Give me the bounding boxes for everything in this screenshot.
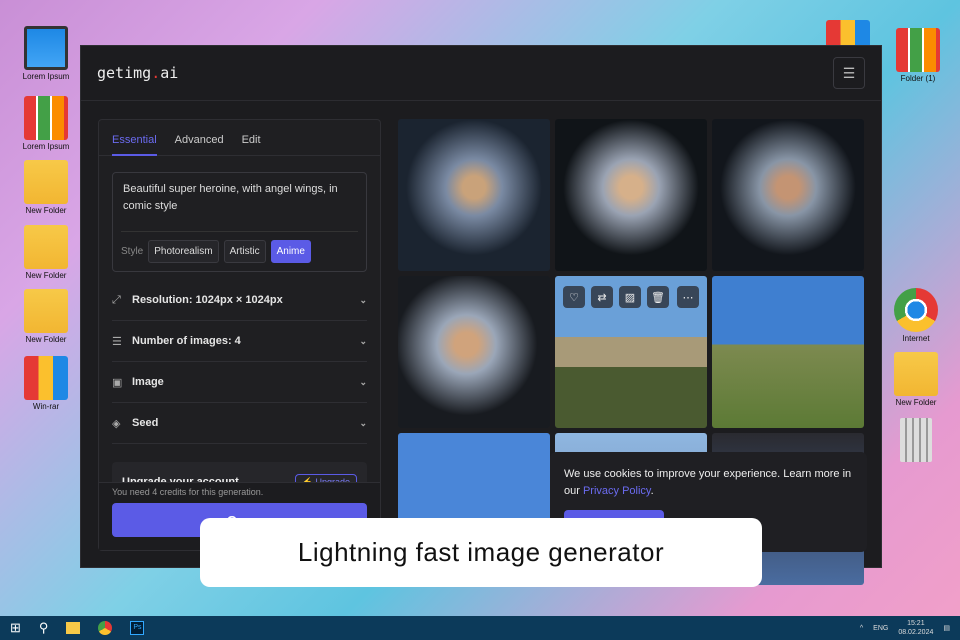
image-edit-icon[interactable]: ▨	[619, 286, 641, 308]
heart-icon[interactable]: ♡	[563, 286, 585, 308]
seed-dropdown[interactable]: ◈ Seed ⌄	[112, 403, 367, 444]
seed-icon: ◈	[112, 417, 121, 430]
folder-icon	[24, 160, 68, 204]
desktop-icon-winrar[interactable]: Win-rar	[14, 356, 78, 411]
language-indicator[interactable]: ENG	[873, 625, 888, 632]
hamburger-menu-button[interactable]: ☰	[833, 57, 865, 89]
chevron-down-icon: ⌄	[359, 294, 367, 305]
resize-icon: ⤢	[112, 293, 121, 306]
style-selector: Style Photorealism Artistic Anime	[121, 231, 358, 263]
notification-icon[interactable]: ▤	[943, 624, 950, 632]
sliders-icon: ☰	[112, 335, 122, 348]
getimg-app-window: getimg.ai ☰ Essential Advanced Edit Beau…	[80, 45, 882, 585]
tab-advanced[interactable]: Advanced	[175, 134, 224, 155]
folder-icon	[24, 289, 68, 333]
desktop-icon-folder[interactable]: New Folder	[14, 160, 78, 215]
caption-banner: Lightning fast image generator	[200, 518, 762, 587]
gallery-image[interactable]	[398, 276, 550, 428]
gallery-image[interactable]: ♡ ⇄ ▨ 🗑 ⋯	[555, 276, 707, 428]
winrar-icon	[24, 356, 68, 400]
number-of-images-dropdown[interactable]: ☰ Number of images: 4 ⌄	[112, 321, 367, 362]
resolution-dropdown[interactable]: ⤢ Resolution: 1024px × 1024px ⌄	[112, 280, 367, 321]
settings-panel: Essential Advanced Edit Beautiful super …	[98, 119, 381, 551]
chevron-down-icon: ⌄	[359, 376, 367, 387]
binders-icon	[24, 96, 68, 140]
desktop-icon-folder[interactable]: New Folder	[14, 225, 78, 280]
folder-icon	[24, 225, 68, 269]
folder-icon	[894, 352, 938, 396]
chrome-icon	[894, 288, 938, 332]
chevron-down-icon: ⌄	[359, 335, 367, 346]
desktop-icon-binders[interactable]: Lorem Ipsum	[14, 96, 78, 151]
desktop-icon-computer[interactable]: Lorem Ipsum	[14, 26, 78, 81]
clock[interactable]: 15:21 08.02.2024	[898, 619, 933, 637]
chrome-icon[interactable]	[98, 621, 113, 635]
chevron-down-icon: ⌄	[359, 417, 367, 428]
gallery-image[interactable]	[555, 119, 707, 271]
binders-icon	[896, 28, 940, 72]
gallery-image[interactable]	[398, 119, 550, 271]
desktop-icon-folder[interactable]: New Folder	[14, 289, 78, 344]
more-icon[interactable]: ⋯	[677, 286, 699, 308]
chevron-up-icon[interactable]: ^	[860, 625, 863, 632]
style-photorealism[interactable]: Photorealism	[148, 240, 219, 263]
tabs: Essential Advanced Edit	[99, 120, 380, 156]
tab-essential[interactable]: Essential	[112, 134, 157, 156]
gallery-image[interactable]	[712, 276, 864, 428]
privacy-policy-link[interactable]: Privacy Policy	[583, 485, 651, 497]
computer-icon	[24, 26, 68, 70]
app-header: getimg.ai ☰	[81, 46, 881, 101]
style-anime[interactable]: Anime	[270, 240, 311, 263]
recycle-bin-icon[interactable]	[884, 418, 948, 464]
trash-icon[interactable]: 🗑	[647, 286, 669, 308]
desktop-icon-folder-1[interactable]: Folder (1)	[886, 28, 950, 83]
windows-start-icon[interactable]: ⊞	[10, 620, 21, 636]
style-artistic[interactable]: Artistic	[223, 240, 266, 263]
tab-edit[interactable]: Edit	[242, 134, 261, 155]
logo[interactable]: getimg.ai	[97, 64, 178, 82]
desktop-icon-internet[interactable]: Internet	[884, 288, 948, 343]
image-icon: ▣	[112, 376, 123, 389]
file-explorer-icon[interactable]	[66, 622, 81, 634]
photoshop-icon[interactable]: Ps	[130, 621, 145, 635]
prompt-input[interactable]: Beautiful super heroine, with angel wing…	[112, 172, 367, 272]
gallery-image[interactable]	[712, 119, 864, 271]
image-toolbar: ♡ ⇄ ▨ 🗑 ⋯	[563, 286, 699, 308]
search-icon[interactable]: ⚲	[39, 620, 49, 636]
system-tray: ^ ENG 15:21 08.02.2024 ▤	[860, 619, 950, 637]
desktop-icon-folder[interactable]: New Folder	[884, 352, 948, 407]
variations-icon[interactable]: ⇄	[591, 286, 613, 308]
taskbar: ⊞ ⚲ Ps ^ ENG 15:21 08.02.2024 ▤	[0, 616, 960, 640]
image-dropdown[interactable]: ▣ Image ⌄	[112, 362, 367, 403]
